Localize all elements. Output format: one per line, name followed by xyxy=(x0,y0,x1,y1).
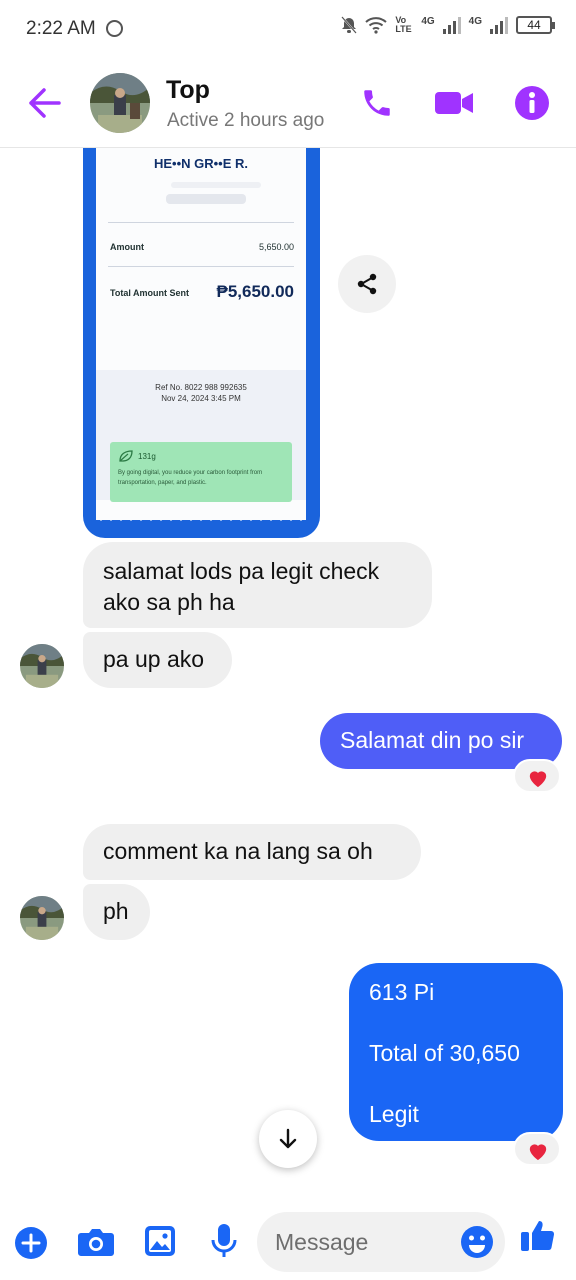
sender-avatar[interactable] xyxy=(20,896,64,940)
emoji-icon[interactable] xyxy=(459,1224,495,1260)
amount-value: 5,650.00 xyxy=(258,242,294,252)
contact-avatar[interactable] xyxy=(90,73,150,133)
message-bubble-incoming[interactable]: comment ka na lang sa oh xyxy=(83,824,421,880)
receipt-blurred-text-2 xyxy=(166,194,246,204)
message-line: Total of 30,650 xyxy=(369,1040,520,1066)
receipt-blurred-text xyxy=(171,182,261,188)
share-icon xyxy=(357,273,377,295)
arrow-down-icon xyxy=(279,1128,297,1149)
receipt-paper: HE••N GR••E R. Amount 5,650.00 Total Amo… xyxy=(96,148,306,520)
message-field[interactable] xyxy=(257,1212,505,1272)
camera-icon[interactable] xyxy=(77,1226,115,1258)
network-type-2: 4G xyxy=(468,16,482,27)
carbon-amount: 131g xyxy=(138,452,156,461)
network-type: 4G xyxy=(421,16,435,27)
message-bubble-incoming[interactable]: ph xyxy=(83,884,150,940)
contact-name: Top xyxy=(166,76,210,104)
receipt-edge xyxy=(96,512,306,521)
message-input[interactable] xyxy=(275,1226,445,1258)
carbon-note: By going digital, you reduce your carbon… xyxy=(118,470,263,486)
active-status: Active 2 hours ago xyxy=(167,110,325,131)
signal-icon-2 xyxy=(490,16,508,34)
message-bubble-incoming[interactable]: pa up ako xyxy=(83,632,232,688)
status-bar: 2:22 AM Vo LTE 4G 4G 44 xyxy=(0,0,576,58)
share-button[interactable] xyxy=(338,255,396,313)
video-call-icon[interactable] xyxy=(434,88,474,118)
back-arrow-icon[interactable] xyxy=(26,86,62,120)
message-bubble-incoming[interactable]: salamat lods pa legit check ako sa ph ha xyxy=(83,542,432,628)
gallery-icon[interactable] xyxy=(143,1224,177,1258)
signal-icon xyxy=(442,16,461,34)
total-value: ₱5,650.00 xyxy=(216,282,294,301)
battery-icon: 44 xyxy=(516,16,555,34)
thumbs-up-icon[interactable] xyxy=(519,1216,557,1254)
info-icon[interactable] xyxy=(514,85,550,121)
total-label: Total Amount Sent xyxy=(110,288,189,298)
reaction-badge[interactable] xyxy=(513,1132,561,1166)
receipt-image[interactable]: HE••N GR••E R. Amount 5,650.00 Total Amo… xyxy=(83,148,320,538)
message-line: 613 Pi xyxy=(369,979,435,1005)
status-time: 2:22 AM xyxy=(26,18,96,39)
phone-call-icon[interactable] xyxy=(360,86,394,120)
sender-avatar[interactable] xyxy=(20,644,64,688)
chat-header: Top Active 2 hours ago xyxy=(0,58,576,148)
heart-icon xyxy=(529,771,547,788)
reference-number: Ref No. 8022 988 992635 xyxy=(155,383,247,392)
wifi-icon xyxy=(365,17,387,34)
receipt-recipient: HE••N GR••E R. xyxy=(153,156,249,171)
plus-icon[interactable] xyxy=(14,1226,48,1260)
leaf-icon xyxy=(119,450,133,462)
volte-indicator: Vo LTE xyxy=(395,15,412,34)
reference-info: Ref No. 8022 988 992635 Nov 24, 2024 3:4… xyxy=(96,382,306,404)
microphone-icon[interactable] xyxy=(210,1222,238,1260)
divider xyxy=(108,222,294,223)
mute-icon xyxy=(341,16,358,34)
receipt-reference-area: Ref No. 8022 988 992635 Nov 24, 2024 3:4… xyxy=(96,370,306,502)
heart-icon xyxy=(529,1144,547,1161)
reaction-badge[interactable] xyxy=(513,759,561,793)
divider xyxy=(108,266,294,267)
amount-label: Amount xyxy=(110,242,144,252)
transaction-date: Nov 24, 2024 3:45 PM xyxy=(161,394,241,403)
scroll-to-bottom-button[interactable] xyxy=(259,1110,317,1168)
carbon-footprint-banner: 131g By going digital, you reduce your c… xyxy=(110,442,292,502)
messenger-notification-icon xyxy=(106,20,123,37)
message-composer xyxy=(0,1196,576,1280)
message-bubble-outgoing[interactable]: 613 Pi Total of 30,650 Legit xyxy=(349,963,563,1141)
